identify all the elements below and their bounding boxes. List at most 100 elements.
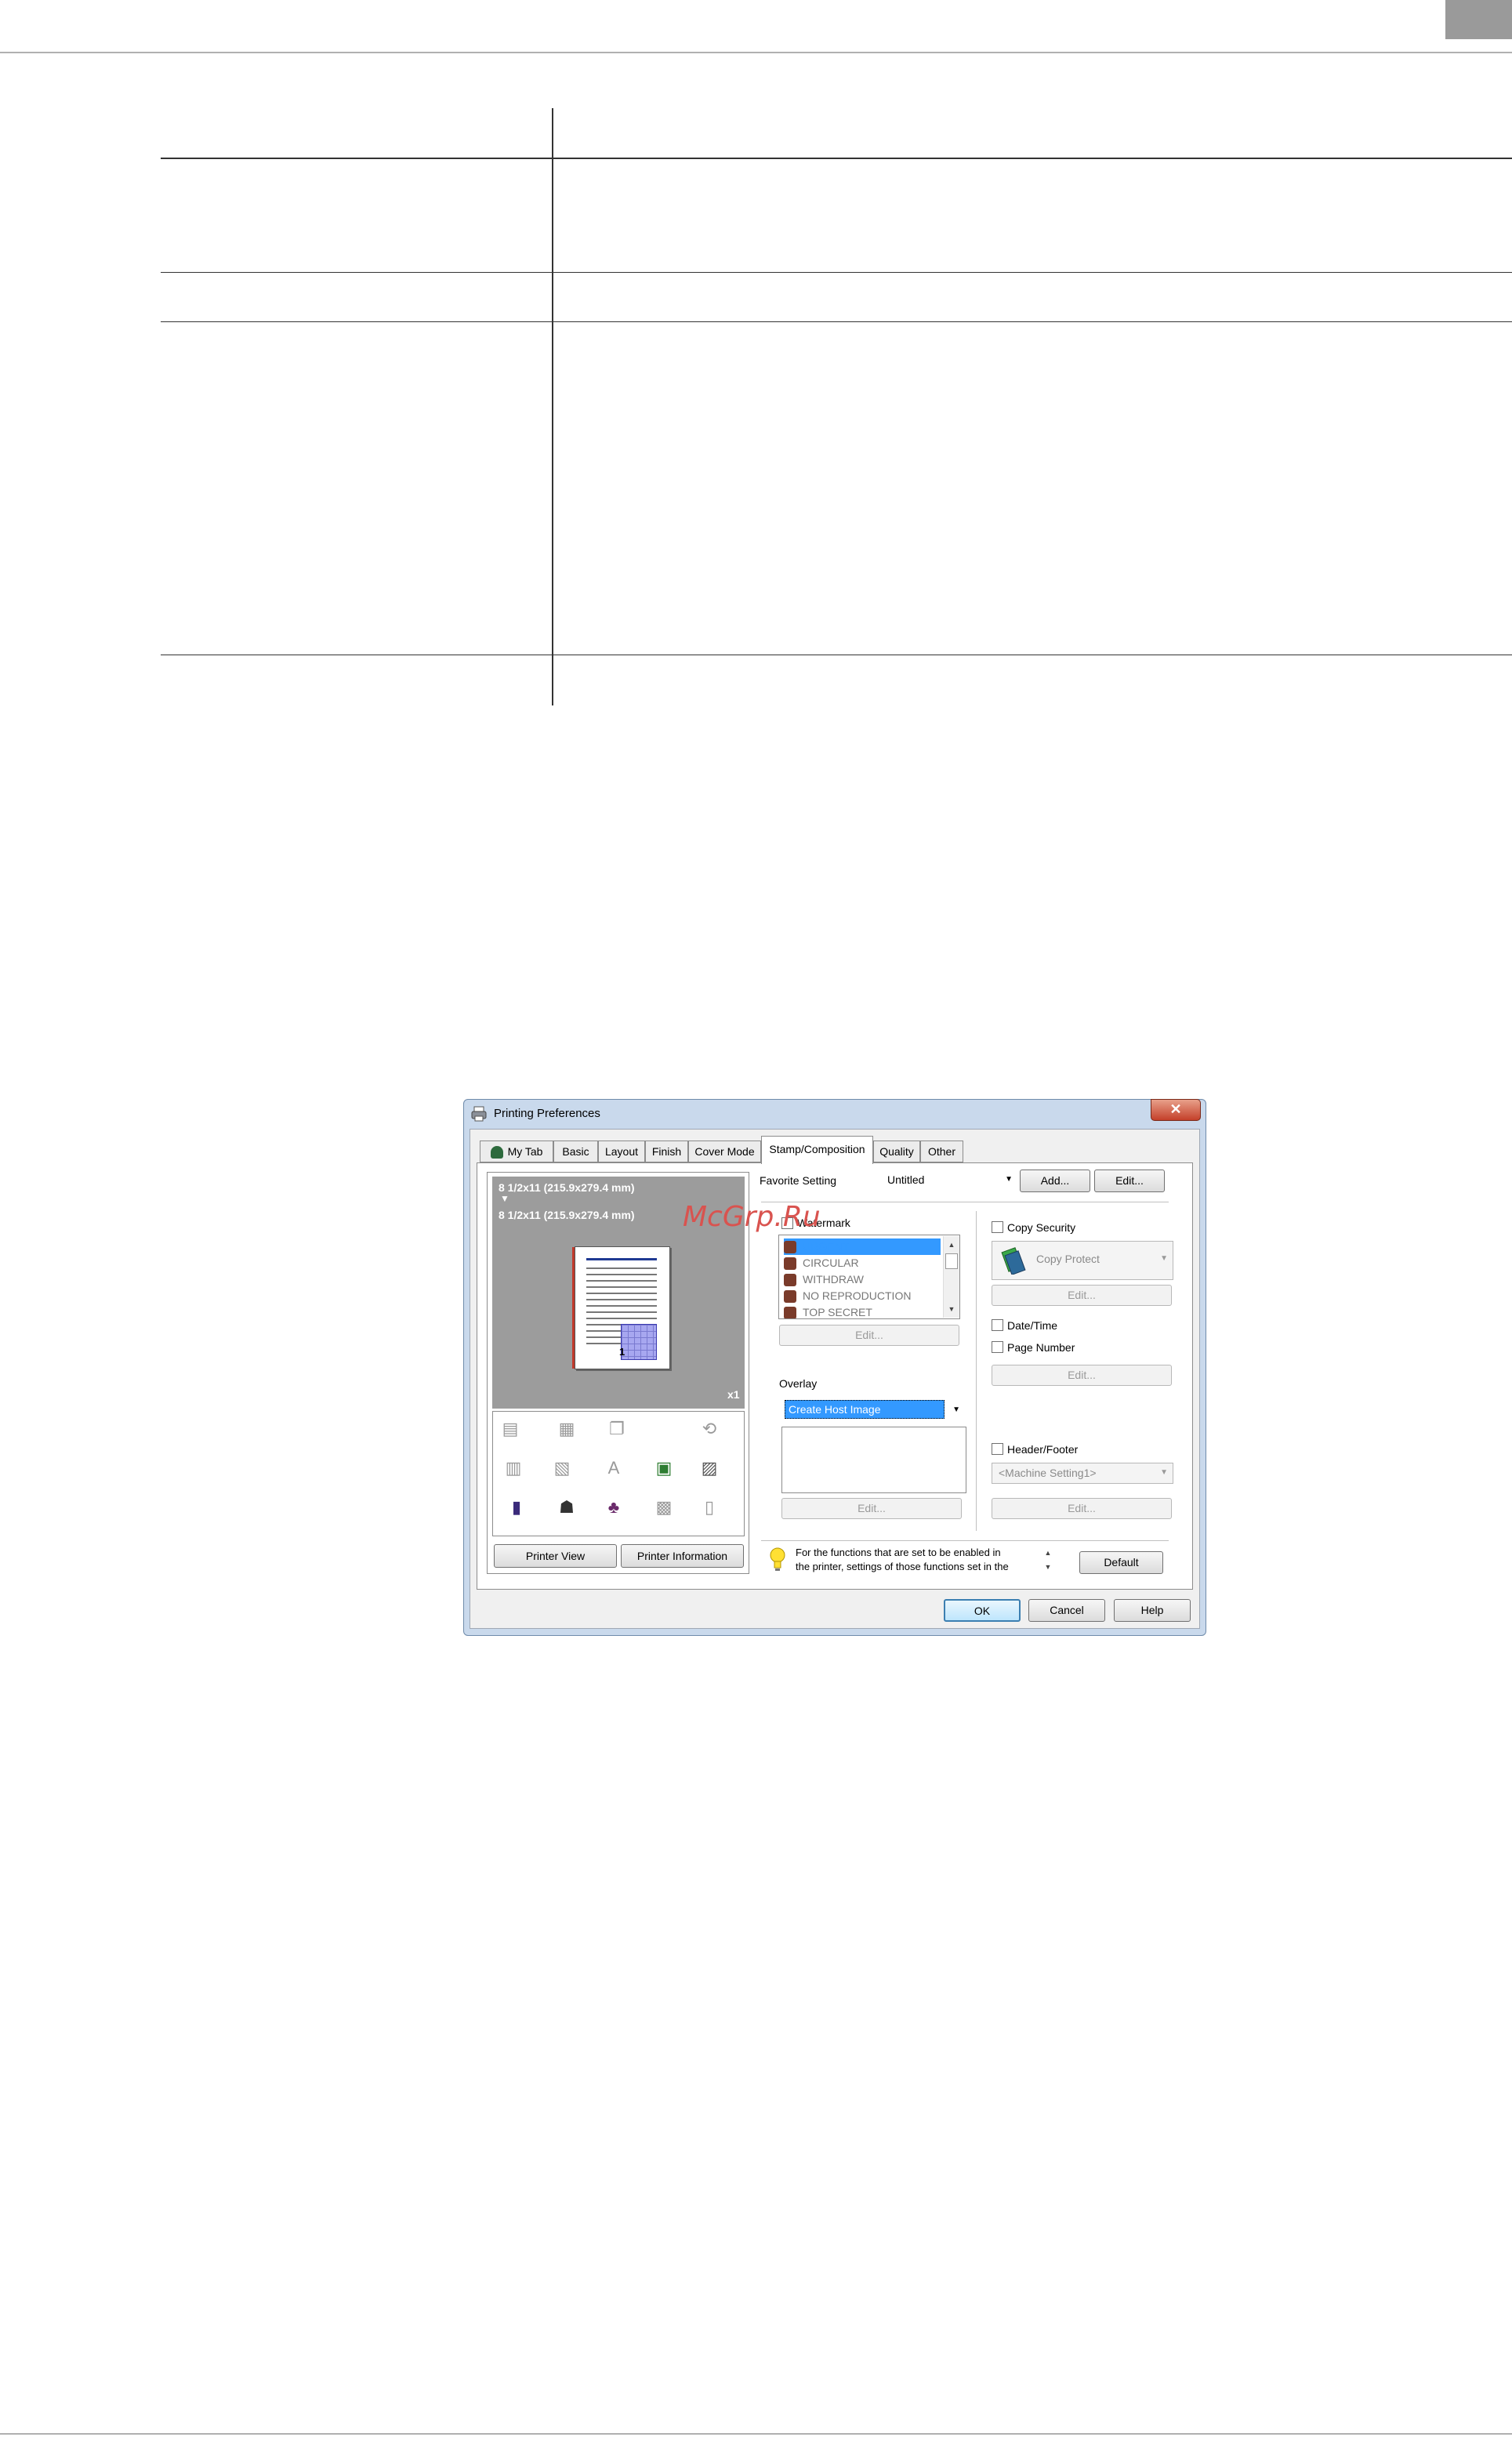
watermark-list[interactable]: URGENT CIRCULAR WITHDRAW NO REPRODUCTION… (778, 1235, 960, 1319)
date-time-label: Date/Time (1007, 1319, 1058, 1332)
add-favorite-button[interactable]: Add... (1020, 1170, 1090, 1192)
site-watermark: McGrp.Ru (683, 1201, 821, 1233)
date-time-checkbox[interactable] (992, 1319, 1003, 1331)
header-footer-checkbox[interactable] (992, 1443, 1003, 1455)
preview-output-size: 8 1/2x11 (215.9x279.4 mm) (499, 1209, 635, 1221)
stack-pages-icon[interactable]: ▥ (502, 1456, 525, 1480)
cancel-button[interactable]: Cancel (1028, 1599, 1105, 1622)
account-track-icon[interactable]: ♣ (602, 1496, 625, 1519)
tab-stamp-composition[interactable]: Stamp/Composition (761, 1136, 873, 1164)
copy-security-edit-button[interactable]: Edit... (992, 1285, 1172, 1306)
scroll-thumb[interactable] (945, 1253, 958, 1269)
chevron-down-icon: ▼ (1160, 1254, 1168, 1263)
tab-quality[interactable]: Quality (873, 1141, 920, 1162)
scroll-down-icon[interactable]: ▼ (945, 1305, 958, 1313)
copy-protect-icon (999, 1246, 1027, 1275)
document-icon[interactable]: ▮ (505, 1496, 528, 1519)
scroll-up-icon[interactable]: ▲ (945, 1241, 958, 1249)
info-message: For the functions that are set to be ena… (796, 1547, 1009, 1572)
down-arrow-icon: ▼ (500, 1193, 509, 1204)
copy-security-label: Copy Security (1007, 1221, 1076, 1234)
favorite-setting-select[interactable]: Untitled ▼ (881, 1170, 1017, 1191)
tab-other[interactable]: Other (920, 1141, 963, 1162)
preview-page: 1 (572, 1246, 670, 1369)
header-footer-select[interactable]: <Machine Setting1> ▼ (992, 1463, 1173, 1484)
user-auth-icon[interactable]: ☗ (555, 1496, 578, 1519)
list-item[interactable]: NO REPRODUCTION (784, 1288, 941, 1304)
overlay-preview-box (781, 1427, 966, 1493)
page-number-edit-button[interactable]: Edit... (992, 1365, 1172, 1386)
edit-favorite-button[interactable]: Edit... (1094, 1170, 1165, 1192)
preview-overlay-image (621, 1324, 657, 1360)
table-row-divider (161, 321, 1512, 322)
header-rule (0, 52, 1512, 53)
scroll-up-icon[interactable]: ▲ (1042, 1546, 1054, 1560)
chevron-down-icon: ▼ (952, 1405, 960, 1414)
page-layout-icon[interactable]: ▤ (499, 1417, 522, 1441)
overlay-edit-button[interactable]: Edit... (781, 1498, 962, 1519)
tab-my-tab[interactable]: My Tab (480, 1141, 553, 1162)
table-column-divider (552, 108, 553, 705)
combine-pages-icon[interactable]: ▧ (550, 1456, 574, 1480)
copy-security-value: Copy Protect (1036, 1253, 1100, 1265)
footer-rule (0, 2433, 1512, 2435)
tab-layout[interactable]: Layout (598, 1141, 645, 1162)
stamp-icon (784, 1241, 796, 1254)
help-button[interactable]: Help (1114, 1599, 1191, 1622)
scroll-down-icon[interactable]: ▼ (1042, 1560, 1054, 1574)
lightbulb-icon (769, 1546, 786, 1574)
save-document-icon[interactable]: ▣ (652, 1456, 676, 1480)
tab-basic[interactable]: Basic (553, 1141, 598, 1162)
text-stamp-icon[interactable]: A (602, 1456, 625, 1480)
page-number-checkbox[interactable] (992, 1341, 1003, 1353)
preview-copies: x1 (727, 1388, 740, 1401)
copy-security-select[interactable]: Copy Protect ▼ (992, 1241, 1173, 1280)
secure-print-icon[interactable]: ▨ (698, 1456, 721, 1480)
stamp-icon (784, 1257, 796, 1271)
watermark-edit-button[interactable]: Edit... (779, 1325, 959, 1346)
page-number-label: Page Number (1007, 1341, 1075, 1354)
preview-margin-mark (572, 1247, 575, 1369)
n-up-icon[interactable]: ▦ (555, 1417, 578, 1441)
close-icon: ✕ (1169, 1101, 1182, 1117)
list-item[interactable]: WITHDRAW (784, 1271, 941, 1288)
printer-information-button[interactable]: Printer Information (621, 1544, 744, 1568)
preview-page-number: 1 (619, 1346, 625, 1358)
printer-view-button[interactable]: Printer View (494, 1544, 617, 1568)
watermark-scrollbar[interactable]: ▲ ▼ (943, 1236, 959, 1318)
favorite-setting-label: Favorite Setting (760, 1174, 837, 1187)
header-footer-edit-button[interactable]: Edit... (992, 1498, 1172, 1519)
printer-icon (470, 1105, 488, 1122)
user-icon (490, 1146, 503, 1159)
header-footer-label: Header/Footer (1007, 1443, 1079, 1456)
close-button[interactable]: ✕ (1151, 1099, 1201, 1121)
dialog-title: Printing Preferences (494, 1107, 600, 1120)
stamp-icon (784, 1274, 796, 1287)
chevron-down-icon: ▼ (1160, 1468, 1168, 1477)
column-separator (976, 1211, 977, 1531)
list-item[interactable]: TOP SECRET (784, 1304, 941, 1318)
info-scroll[interactable]: ▲ ▼ (1042, 1546, 1054, 1574)
default-button[interactable]: Default (1079, 1551, 1163, 1574)
header-tab-block (1445, 0, 1512, 39)
tab-finish[interactable]: Finish (645, 1141, 688, 1162)
overlay-select[interactable]: Create Host Image ▼ (781, 1400, 965, 1420)
rotate-page-icon[interactable]: ⟲ (698, 1417, 721, 1441)
blank-page-icon[interactable]: ▯ (698, 1496, 721, 1519)
table-header-rule (161, 158, 1512, 159)
stamp-icon (784, 1290, 796, 1304)
copy-security-icon[interactable]: ▩ (652, 1496, 676, 1519)
stamp-icon (784, 1307, 796, 1318)
list-item[interactable]: CIRCULAR (784, 1255, 941, 1271)
info-separator (761, 1540, 1169, 1541)
overlay-label: Overlay (779, 1377, 818, 1390)
tab-cover-mode[interactable]: Cover Mode (688, 1141, 761, 1162)
copy-security-checkbox[interactable] (992, 1221, 1003, 1233)
preview-original-size: 8 1/2x11 (215.9x279.4 mm) (499, 1181, 635, 1194)
copy-pages-icon[interactable]: ❐ (605, 1417, 629, 1441)
list-item[interactable]: URGENT (784, 1238, 941, 1255)
table-row-divider (161, 272, 1512, 273)
preview-header-line (586, 1258, 657, 1260)
chevron-down-icon: ▼ (1005, 1175, 1013, 1184)
ok-button[interactable]: OK (944, 1599, 1021, 1622)
